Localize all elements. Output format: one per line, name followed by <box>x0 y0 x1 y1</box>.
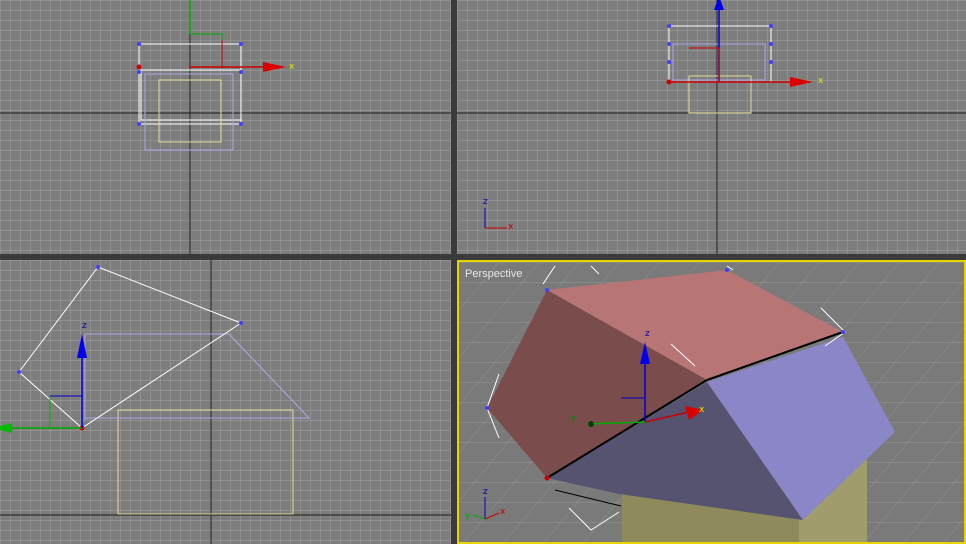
front-axis-tripod-icon <box>484 208 507 229</box>
viewport-perspective[interactable]: z x y z x y Perspective <box>457 260 966 544</box>
viewport-front-canvas[interactable]: x z x <box>457 0 966 254</box>
viewport-left-canvas[interactable]: z <box>0 260 451 544</box>
perspective-tripod-z-label: z <box>483 487 488 497</box>
perspective-y-handle-icon <box>588 421 594 427</box>
left-box-outline[interactable] <box>117 409 294 515</box>
perspective-tripod-y-label: y <box>465 511 471 521</box>
front-selection-rect[interactable] <box>668 25 772 83</box>
perspective-gizmo-z-label: z <box>645 329 650 339</box>
front-tripod-z-label: z <box>483 197 488 207</box>
top-x-arrow-icon <box>263 62 286 72</box>
viewport-perspective-canvas[interactable]: z x y z x y <box>459 262 964 542</box>
left-y-arrow-icon <box>0 423 12 433</box>
top-roof-blue-outline <box>144 73 234 151</box>
front-z-arrow-icon <box>714 0 724 10</box>
perspective-tripod-x-label: x <box>500 507 506 517</box>
viewport-front[interactable]: x z x <box>457 0 966 254</box>
front-gizmo-x-label: x <box>818 76 824 86</box>
perspective-gizmo-x-label: x <box>699 405 705 415</box>
left-gizmo-z-label: z <box>82 321 87 331</box>
left-vertex-handles[interactable] <box>17 265 243 431</box>
front-x-arrow-icon <box>790 77 813 87</box>
viewport-top[interactable]: x <box>0 0 451 254</box>
left-move-gizmo[interactable] <box>0 334 87 433</box>
top-move-gizmo[interactable] <box>189 0 286 72</box>
left-roof-selection[interactable] <box>18 266 243 429</box>
left-roof-blue-outline[interactable] <box>84 333 311 420</box>
viewport-left[interactable]: z <box>0 260 451 544</box>
viewport-top-canvas[interactable]: x <box>0 0 451 254</box>
front-tripod-x-label: x <box>508 222 514 232</box>
top-gizmo-x-label: x <box>289 62 295 72</box>
perspective-gizmo-y-label: y <box>571 413 577 423</box>
perspective-viewport-label[interactable]: Perspective <box>465 268 522 280</box>
